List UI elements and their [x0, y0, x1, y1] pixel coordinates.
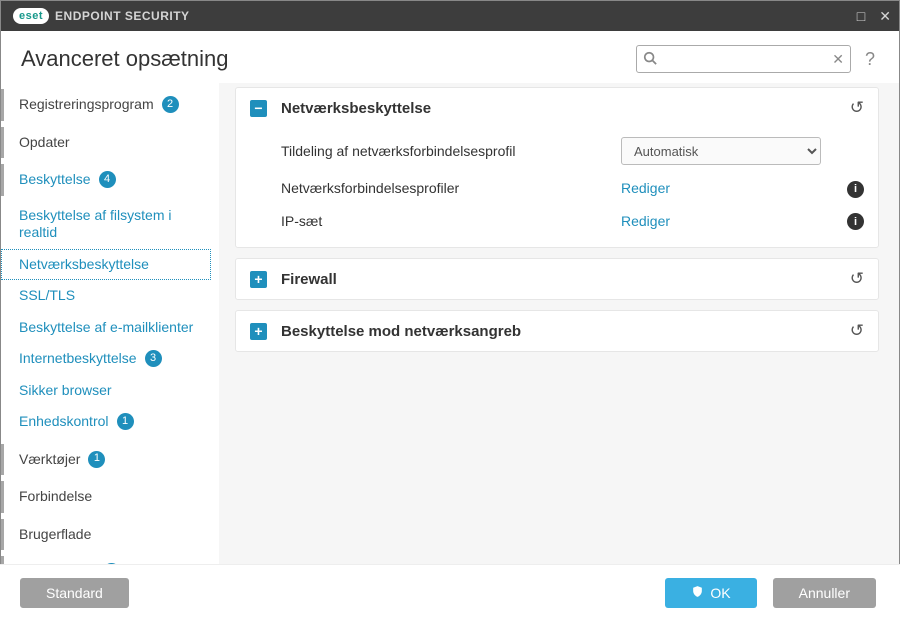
rediger-link[interactable]: Rediger — [621, 180, 670, 196]
revert-icon[interactable]: ↺ — [850, 269, 864, 289]
clear-search-icon[interactable]: ✕ — [832, 51, 844, 68]
panel-netvaerksbeskyttelse: − Netværksbeskyttelse ↺ Tildeling af net… — [235, 87, 879, 248]
sidebar-item-registreringsprogram[interactable]: Registreringsprogram 2 — [1, 89, 211, 121]
panel-netvaerksangreb: + Beskyttelse mod netværksangreb ↺ — [235, 310, 879, 352]
shield-icon — [691, 585, 704, 601]
revert-icon[interactable]: ↺ — [850, 98, 864, 118]
search-wrap: ✕ — [636, 45, 851, 73]
badge: 3 — [145, 350, 162, 367]
expand-icon[interactable]: + — [250, 323, 267, 340]
profil-select[interactable]: Automatisk — [621, 137, 821, 165]
badge: 1 — [117, 413, 134, 430]
row-forbindelsesprofiler: Netværksforbindelsesprofiler Rediger i — [281, 172, 864, 205]
sidebar-item-vaerktoejer[interactable]: Værktøjer 1 — [1, 444, 211, 476]
header: Avanceret opsætning ✕ ? — [1, 31, 899, 83]
footer: Standard OK Annuller — [0, 564, 900, 620]
eset-logo: eset — [13, 8, 49, 24]
content: − Netværksbeskyttelse ↺ Tildeling af net… — [219, 83, 899, 597]
help-icon[interactable]: ? — [865, 49, 875, 70]
sidebar-item-opdater[interactable]: Opdater — [1, 127, 211, 159]
product-name: ENDPOINT SECURITY — [55, 9, 190, 23]
maximize-icon[interactable]: □ — [857, 8, 865, 25]
sidebar-item-beskyttelse[interactable]: Beskyttelse 4 — [1, 164, 211, 196]
close-icon[interactable]: ✕ — [879, 8, 891, 25]
panel-header[interactable]: + Firewall ↺ — [236, 259, 878, 299]
revert-icon[interactable]: ↺ — [850, 321, 864, 341]
sidebar-item-email-klienter[interactable]: Beskyttelse af e-mailklienter — [1, 312, 211, 344]
panel-header[interactable]: − Netværksbeskyttelse ↺ — [236, 88, 878, 128]
sidebar-item-ssl-tls[interactable]: SSL/TLS — [1, 280, 211, 312]
badge: 2 — [162, 96, 179, 113]
sidebar-item-forbindelse[interactable]: Forbindelse — [1, 481, 211, 513]
panel-body: Tildeling af netværksforbindelsesprofil … — [236, 128, 878, 247]
collapse-icon[interactable]: − — [250, 100, 267, 117]
info-icon[interactable]: i — [847, 181, 864, 198]
rediger-link[interactable]: Rediger — [621, 213, 670, 229]
badge: 1 — [88, 451, 105, 468]
search-icon — [643, 51, 657, 68]
sidebar-item-sikker-browser[interactable]: Sikker browser — [1, 375, 211, 407]
info-icon[interactable]: i — [847, 213, 864, 230]
ok-button[interactable]: OK — [665, 578, 756, 608]
window-controls: □ ✕ — [857, 8, 891, 25]
sidebar-item-filsystem-realtid[interactable]: Beskyttelse af filsystem i realtid — [1, 200, 211, 249]
sidebar-item-internetbeskyttelse[interactable]: Internetbeskyttelse 3 — [1, 343, 211, 375]
sidebar-item-netvaerksbeskyttelse[interactable]: Netværksbeskyttelse — [1, 249, 211, 281]
page-title: Avanceret opsætning — [21, 46, 229, 72]
brand: eset ENDPOINT SECURITY — [13, 8, 190, 24]
annuller-button[interactable]: Annuller — [773, 578, 876, 608]
row-ip-saet: IP-sæt Rediger i — [281, 205, 864, 238]
search-input[interactable] — [636, 45, 851, 73]
panel-header[interactable]: + Beskyttelse mod netværksangreb ↺ — [236, 311, 878, 351]
badge: 4 — [99, 171, 116, 188]
sidebar-item-enhedskontrol[interactable]: Enhedskontrol 1 — [1, 406, 211, 438]
sidebar: Registreringsprogram 2 Opdater Beskyttel… — [1, 83, 219, 597]
standard-button[interactable]: Standard — [20, 578, 129, 608]
expand-icon[interactable]: + — [250, 271, 267, 288]
sidebar-item-brugerflade[interactable]: Brugerflade — [1, 519, 211, 551]
panel-firewall: + Firewall ↺ — [235, 258, 879, 300]
row-tildeling-profil: Tildeling af netværksforbindelsesprofil … — [281, 130, 864, 172]
titlebar: eset ENDPOINT SECURITY □ ✕ — [1, 1, 899, 31]
